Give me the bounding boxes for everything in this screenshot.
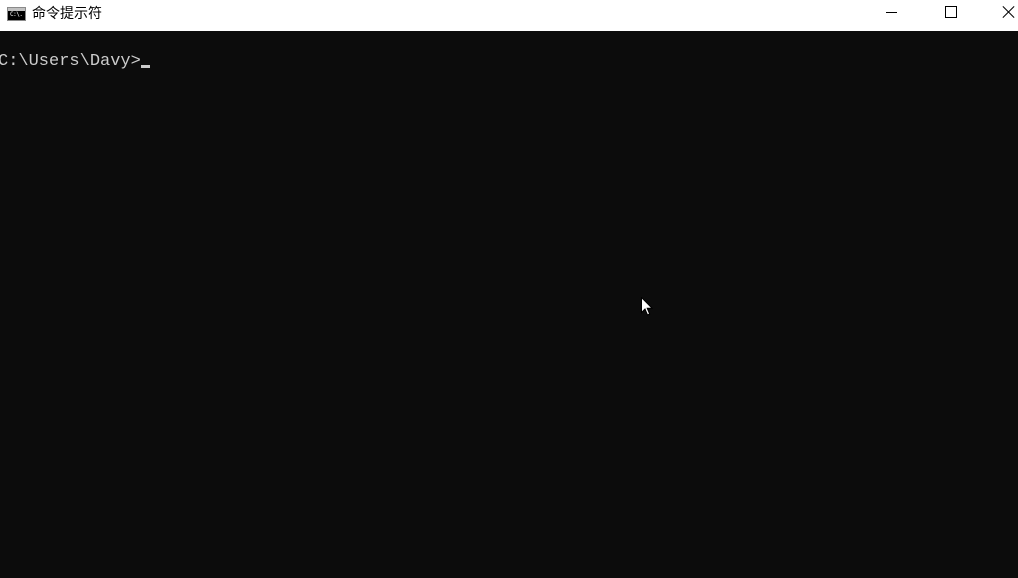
mouse-pointer-icon: [641, 297, 653, 316]
console-area[interactable]: C:\Users\Davy>: [0, 31, 1018, 578]
text-cursor: [140, 65, 150, 68]
title-bar[interactable]: C:\. 命令提示符: [0, 0, 1018, 31]
prompt-line: C:\Users\Davy>: [0, 50, 150, 74]
minimize-button[interactable]: [870, 0, 916, 31]
command-prompt-window: C:\. 命令提示符 C:\Users\Davy>: [0, 0, 1018, 578]
maximize-button[interactable]: [927, 0, 973, 31]
cmd-icon[interactable]: C:\.: [7, 7, 26, 21]
minimize-icon: [886, 12, 897, 13]
cmd-icon-label: C:\.: [10, 11, 23, 18]
close-button[interactable]: [986, 0, 1018, 31]
prompt-text: C:\Users\Davy>: [0, 52, 141, 71]
window-title: 命令提示符: [32, 6, 102, 22]
maximize-icon: [945, 6, 957, 18]
close-icon: [1002, 5, 1016, 19]
